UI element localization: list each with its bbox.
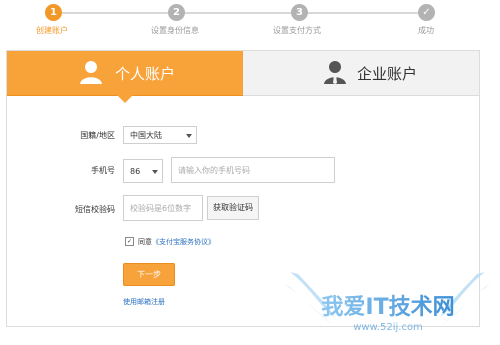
business-person-icon	[324, 61, 346, 84]
step-2-circle: 2	[168, 4, 185, 21]
step-1-circle: 1	[45, 4, 62, 21]
region-select[interactable]: 中国大陆	[123, 126, 197, 144]
person-icon	[80, 61, 102, 84]
step-connector	[308, 12, 418, 14]
tab-enterprise-account[interactable]: 企业账户	[243, 51, 479, 96]
sms-code-label: 短信校验码	[75, 205, 115, 214]
tab-personal-label: 个人账户	[115, 65, 176, 83]
sms-code-input[interactable]	[123, 195, 203, 221]
step-1-label: 创建账户	[36, 26, 68, 35]
step-connector	[182, 12, 292, 14]
next-step-button[interactable]: 下一步	[123, 263, 175, 286]
active-tab-caret	[117, 95, 133, 103]
email-register-link[interactable]: 使用邮箱注册	[123, 297, 165, 307]
get-code-button[interactable]: 获取验证码	[207, 196, 259, 220]
step-4-check-icon: ✓	[418, 4, 435, 21]
watermark-title: 我爱IT技术网	[321, 295, 454, 320]
step-2-label: 设置身份信息	[151, 26, 199, 35]
progress-steps: 1 创建账户 2 设置身份信息 3 设置支付方式 ✓ 成功	[0, 0, 500, 44]
step-3-label: 设置支付方式	[273, 26, 321, 35]
step-connector	[62, 12, 172, 14]
chevron-down-icon	[186, 134, 192, 138]
watermark-logo: 我爱IT技术网 www.52ij.com	[284, 272, 491, 333]
agree-prefix: 同意	[138, 238, 152, 246]
tab-personal-account[interactable]: 个人账户	[7, 51, 243, 103]
chevron-down-icon	[152, 170, 158, 174]
phone-code-select[interactable]: 86	[123, 159, 163, 183]
step-3-circle: 3	[291, 4, 308, 21]
watermark-url: www.52ij.com	[353, 322, 423, 333]
step-4-label: 成功	[418, 26, 434, 35]
phone-label: 手机号	[91, 166, 115, 175]
service-agreement-link[interactable]: 《支付宝服务协议》	[152, 238, 215, 246]
agreement-row: ✓ 同意《支付宝服务协议》	[125, 236, 215, 247]
agree-checkbox[interactable]: ✓	[125, 236, 134, 246]
phone-input[interactable]	[171, 157, 335, 183]
tab-enterprise-label: 企业账户	[357, 65, 418, 83]
phone-code-value: 86	[130, 167, 141, 176]
region-value: 中国大陆	[130, 131, 162, 140]
region-label: 国籍/地区	[80, 131, 115, 140]
